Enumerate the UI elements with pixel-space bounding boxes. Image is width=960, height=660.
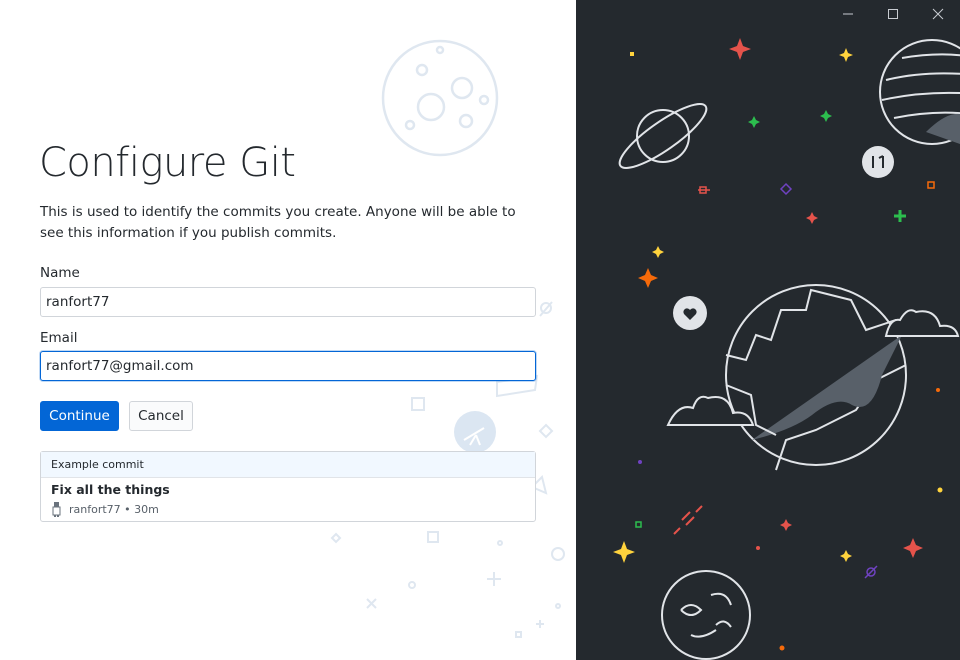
form-panel: Configure Git This is used to identify t… xyxy=(0,0,576,660)
earth-icon xyxy=(725,284,907,471)
commit-time: 30m xyxy=(134,503,159,516)
ringed-planet-icon xyxy=(618,103,708,169)
cancel-button[interactable]: Cancel xyxy=(129,401,193,431)
name-label: Name xyxy=(40,265,80,281)
commit-summary: Fix all the things xyxy=(51,482,170,497)
background-illustration xyxy=(330,39,565,638)
striped-planet-icon xyxy=(879,39,960,145)
illustration-panel xyxy=(576,0,960,660)
avatar xyxy=(52,502,61,517)
maximize-icon xyxy=(887,9,898,19)
name-field[interactable] xyxy=(40,287,536,317)
space-illustration xyxy=(613,38,960,660)
swirl-planet-icon xyxy=(661,570,751,660)
example-commit-box: Example commit Fix all the things ranfor… xyxy=(40,451,536,522)
commit-author: ranfort77 xyxy=(69,503,121,516)
continue-button[interactable]: Continue xyxy=(40,401,119,431)
window-controls xyxy=(825,0,960,28)
email-label: Email xyxy=(40,330,78,346)
close-icon xyxy=(932,8,943,20)
heart-icon xyxy=(673,296,707,330)
email-field[interactable] xyxy=(40,351,536,381)
page-description: This is used to identify the commits you… xyxy=(40,204,516,241)
page-title: Configure Git xyxy=(39,140,296,186)
maximize-button[interactable] xyxy=(870,0,915,28)
moon-icon xyxy=(381,39,499,157)
pull-request-icon xyxy=(862,146,894,178)
minimize-icon xyxy=(842,13,853,15)
commit-meta: ranfort77 • 30m xyxy=(51,502,159,517)
telescope-icon xyxy=(454,411,496,453)
minimize-button[interactable] xyxy=(825,0,870,28)
meta-separator: • xyxy=(120,503,135,516)
example-commit-header: Example commit xyxy=(41,452,535,478)
close-button[interactable] xyxy=(915,0,960,28)
